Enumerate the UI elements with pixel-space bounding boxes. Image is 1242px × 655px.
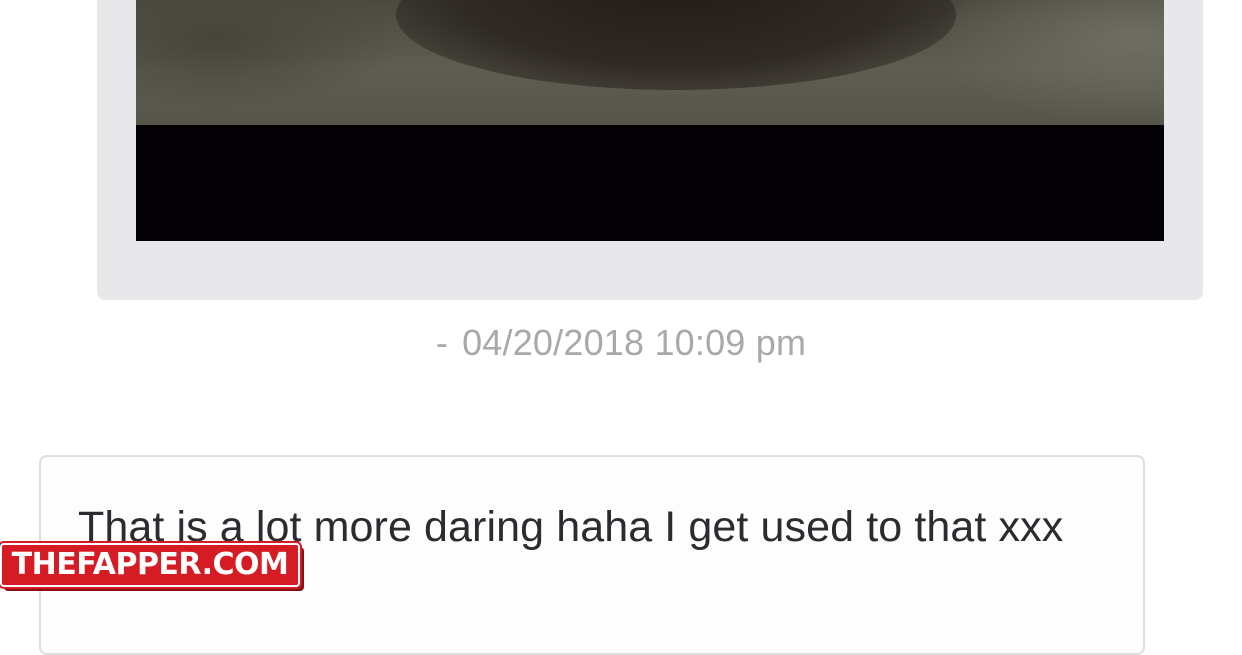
- message-photo-attachment[interactable]: [136, 0, 1164, 241]
- photo-image-content: [136, 0, 1164, 125]
- timestamp-separator: -: [435, 322, 449, 363]
- timestamp-text: 04/20/2018 10:09 pm: [462, 322, 807, 363]
- photo-dark-region: [396, 0, 956, 90]
- message-timestamp: -04/20/2018 10:09 pm: [0, 322, 1242, 364]
- watermark-logo: THEFAPPER.COM: [0, 543, 300, 587]
